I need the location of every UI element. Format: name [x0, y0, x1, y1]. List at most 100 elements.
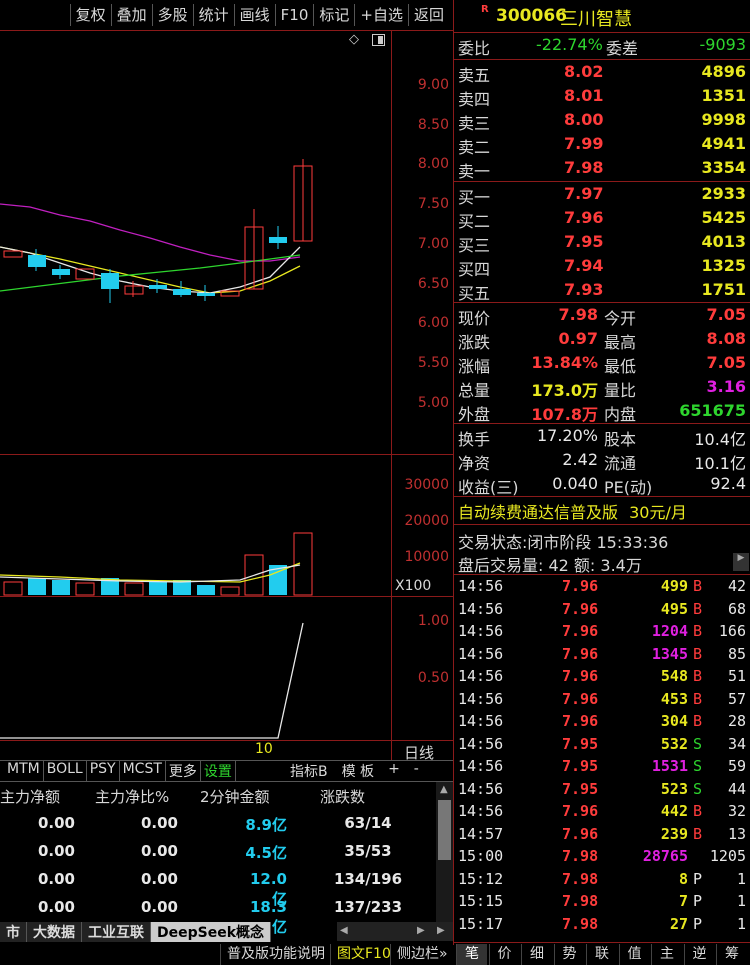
sells-price: 8.00 [564, 110, 604, 129]
tick-volume: 28765 [642, 847, 688, 865]
toolbar-button-0[interactable]: 复权 [69, 4, 111, 26]
tick-volume: 7 [678, 892, 688, 910]
tick-volume: 495 [660, 599, 688, 618]
bottom-button-2[interactable]: 侧边栏» [390, 944, 454, 965]
tick-price: 7.96 [562, 802, 599, 820]
bottom-tab-2[interactable]: 细 [521, 944, 552, 965]
ad-text: 自动续费通达信普及版 [458, 503, 619, 522]
bottom-tab-4[interactable]: 联 [586, 944, 617, 965]
fundamental-value: 10.4亿 [694, 430, 746, 449]
tick-price: 7.96 [562, 644, 599, 663]
tick-side: B [693, 667, 703, 685]
fundamental-value: 0.040 [552, 474, 598, 493]
toolbar-button-7[interactable]: +自选 [354, 4, 408, 26]
toolbar-button-1[interactable]: 叠加 [110, 4, 152, 26]
indicator-right-1[interactable]: 模 板 [339, 761, 377, 781]
tick-time: 14:56 [458, 779, 504, 798]
quote-label: 涨跌 [458, 333, 491, 352]
tick-price: 7.95 [562, 779, 599, 798]
tick-row: 15:00 7.98 28765 1205 [458, 847, 748, 870]
sells-row: 卖一 7.98 3354 [458, 158, 748, 182]
fund-table-cell: 0.00 [37, 842, 75, 860]
tick-volume: 1204 [651, 622, 688, 640]
toolbar-button-4[interactable]: 画线 [233, 4, 275, 26]
indicator-tab-设置[interactable]: 设置 [201, 761, 236, 781]
buys-price: 7.96 [564, 208, 604, 227]
fund-table-header[interactable]: 主力净比% [95, 786, 169, 807]
toolbar-button-3[interactable]: 统计 [192, 4, 234, 26]
sells-row: 卖四 8.01 1351 [458, 86, 748, 110]
tick-price: 7.95 [562, 734, 599, 753]
sells-volume: 4896 [701, 62, 746, 81]
indicator-right-2[interactable]: + [385, 761, 403, 781]
tick-count: 57 [727, 689, 746, 708]
tick-side: B [693, 689, 703, 708]
buys-volume: 4013 [701, 232, 746, 251]
indicator-tab-mtm[interactable]: MTM [4, 761, 44, 781]
tick-row: 15:17 7.98 27 P 1 [458, 915, 748, 938]
tick-side: B [693, 622, 703, 640]
price-tick: 8.00 [417, 156, 449, 173]
weibi-row: 委比 -22.74% 委差 -9093 [458, 35, 748, 59]
toolbar-button-6[interactable]: 标记 [313, 4, 354, 26]
indicator-tab-boll[interactable]: BOLL [44, 761, 87, 781]
sector-tab-1[interactable]: 大数据 [27, 922, 82, 942]
indicator-tab-psy[interactable]: PSY [87, 761, 120, 781]
sector-tab-2[interactable]: 工业互联 [82, 922, 151, 942]
ad-banner[interactable]: 自动续费通达信普及版 30元/月 [458, 499, 687, 523]
fundamental-label: 净资 [458, 454, 491, 473]
tick-side: B [693, 712, 703, 730]
buys-label: 买四 [458, 260, 491, 279]
tick-row: 14:57 7.96 239 B 13 [458, 825, 748, 848]
bottom-tab-5[interactable]: 值 [618, 944, 650, 965]
quote-value: 107.8万 [531, 405, 598, 424]
bottom-tab-8[interactable]: 筹 [716, 944, 747, 965]
fund-table-cell: 4.5亿 [245, 844, 287, 862]
indicator-right-0[interactable]: 指标B [287, 761, 331, 781]
bottom-tab-1[interactable]: 价 [488, 944, 520, 965]
bottom-button-0[interactable]: 普及版功能说明 [220, 944, 331, 965]
tick-volume: 1345 [651, 644, 688, 663]
buys-price: 7.97 [564, 184, 604, 203]
tick-count: 1205 [709, 847, 746, 865]
table-scrollbar[interactable]: ▲ [436, 782, 453, 922]
indicator-right-tabs: 指标B 模 板 + - [287, 761, 430, 781]
tick-count: 32 [727, 802, 746, 820]
fund-table-header[interactable]: 2分钟金额 [200, 786, 270, 807]
sector-tab-3[interactable]: DeepSeek概念 [151, 922, 272, 942]
toolbar-button-8[interactable]: 返回 [407, 4, 449, 26]
sector-tab-0[interactable]: 市 [0, 922, 27, 942]
fund-table-header[interactable]: 主力净额 [0, 786, 60, 807]
quote-value: 7.05 [706, 305, 746, 324]
tick-count: 44 [727, 779, 746, 798]
fundamental-value: 92.4 [710, 474, 746, 493]
tick-side: S [693, 779, 703, 798]
bottom-tab-0[interactable]: 笔 [456, 944, 487, 965]
indicator-right-3[interactable]: - [411, 761, 422, 781]
fund-table-header[interactable]: 涨跌数 [320, 786, 365, 807]
tick-count: 28 [727, 712, 746, 730]
panel-scrollbar[interactable]: ▶ [733, 553, 749, 571]
tick-volume: 442 [660, 802, 688, 820]
volume-tick: 20000 [404, 513, 449, 529]
sells-label: 卖一 [458, 162, 491, 181]
quote-value: 8.08 [706, 329, 746, 348]
buys-row: 买一 7.97 2933 [458, 184, 748, 208]
bottom-button-1[interactable]: 图文F10 [330, 944, 397, 965]
sells-price: 7.98 [564, 158, 604, 177]
bottom-tab-6[interactable]: 主 [651, 944, 682, 965]
tick-count: 68 [727, 599, 746, 618]
quote-label: 今开 [604, 309, 637, 328]
tick-volume: 532 [660, 734, 688, 753]
bottom-tab-7[interactable]: 逆 [683, 944, 715, 965]
tick-side: B [693, 599, 703, 618]
indicator-tab-更多[interactable]: 更多 [166, 761, 201, 781]
toolbar-button-5[interactable]: F10 [274, 4, 314, 26]
toolbar-button-2[interactable]: 多股 [151, 4, 193, 26]
sector-scroll[interactable]: ◀ ▶ ▶ [337, 922, 453, 941]
tick-volume: 304 [660, 712, 688, 730]
indicator-tab-mcst[interactable]: MCST [120, 761, 166, 781]
bottom-tab-3[interactable]: 势 [553, 944, 585, 965]
fundamental-row: 换手 17.20% 股本 10.4亿 [458, 426, 748, 450]
quote-row: 总量 173.0万 量比 3.16 [458, 377, 748, 401]
